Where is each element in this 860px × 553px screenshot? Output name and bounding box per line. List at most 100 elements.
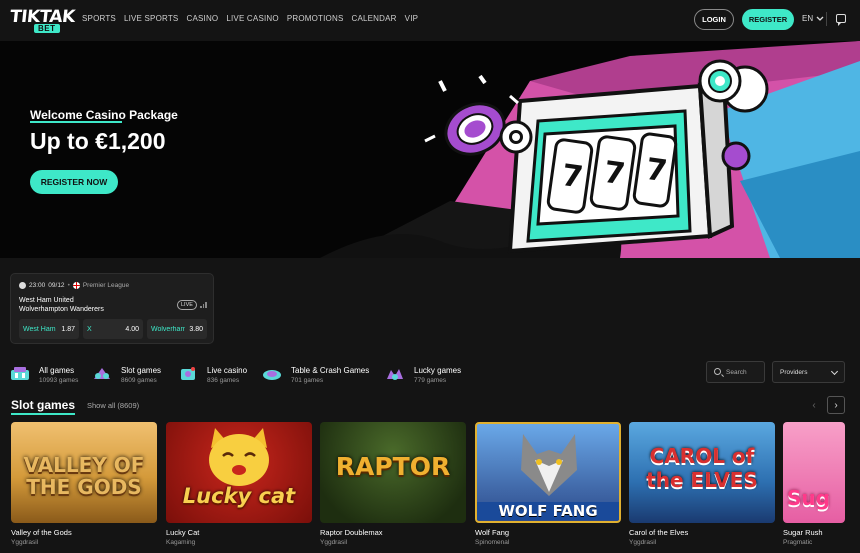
category-name: Live casino: [207, 366, 248, 375]
category-all-games[interactable]: All games 10993 games: [10, 363, 90, 387]
all-games-icon: [11, 367, 29, 380]
category-table-crash[interactable]: Table & Crash Games 701 games: [262, 363, 382, 387]
search-input[interactable]: [726, 365, 764, 379]
game-thumbnail[interactable]: RAPTOR: [320, 422, 466, 523]
nav-live-casino[interactable]: LIVE CASINO: [226, 14, 278, 23]
nav-vip[interactable]: VIP: [405, 14, 419, 23]
header-divider: [826, 12, 827, 26]
game-thumbnail[interactable]: Sug: [783, 422, 845, 523]
game-provider: Pragmatic: [783, 539, 813, 546]
providers-label: Providers: [780, 368, 808, 376]
game-provider: Yggdrasil: [629, 539, 657, 546]
register-button[interactable]: REGISTER: [742, 9, 794, 30]
white-chip: [499, 120, 533, 154]
match-card[interactable]: 23:00 09/12 • Premier League West Ham Un…: [10, 273, 214, 344]
odds-draw-button[interactable]: X 4.00: [83, 319, 143, 339]
odds-label: Wolverhampton: [151, 325, 185, 333]
nav-sports[interactable]: SPORTS: [82, 14, 116, 23]
register-now-button[interactable]: REGISTER NOW: [30, 170, 118, 194]
odds-value: 1.87: [61, 325, 75, 333]
category-lucky-games[interactable]: Lucky games 779 games: [385, 363, 475, 387]
match-date: 09/12: [48, 282, 65, 289]
stats-icon[interactable]: [200, 302, 208, 308]
hero-banner[interactable]: 7 7 7 Welcome Casino Package Up to €1,20…: [0, 41, 860, 258]
odds-label: X: [87, 325, 92, 333]
category-slot-games[interactable]: Slot games 8609 games: [92, 363, 172, 387]
nav-calendar[interactable]: CALENDAR: [351, 14, 396, 23]
show-all-link[interactable]: Show all (8609): [87, 401, 139, 410]
nav-casino[interactable]: CASINO: [186, 14, 218, 23]
hero-title: Welcome Casino Package: [30, 108, 178, 122]
table-crash-icon: [263, 370, 281, 380]
language-label: EN: [802, 14, 814, 23]
league-name: Premier League: [82, 282, 130, 289]
live-badge: LIVE: [177, 300, 197, 310]
category-name: All games: [39, 366, 75, 375]
category-count: 10993 games: [39, 377, 79, 384]
nav-live-sports[interactable]: LIVE SPORTS: [124, 14, 179, 23]
game-name: Carol of the Elves: [629, 528, 689, 537]
carousel-prev-button[interactable]: ‹: [805, 396, 823, 414]
chat-icon[interactable]: [836, 14, 846, 26]
category-count: 8609 games: [121, 377, 157, 384]
category-count: 701 games: [291, 377, 324, 384]
language-selector[interactable]: EN: [802, 14, 824, 23]
game-name: Sugar Rush: [783, 528, 823, 537]
category-name: Table & Crash Games: [291, 366, 370, 375]
game-provider: Spinomenal: [475, 539, 510, 546]
top-navigation-bar: TIKTAK BET SPORTS LIVE SPORTS CASINO LIV…: [0, 0, 860, 40]
game-name: Lucky Cat: [166, 528, 200, 537]
lucky-cat-illustration: [209, 428, 269, 486]
section-title-underline: [11, 413, 75, 415]
slot-machine-illustration: 7 7 7: [320, 41, 860, 258]
game-provider: Yggdrasil: [11, 539, 39, 546]
section-title: Slot games: [11, 398, 76, 412]
hero-amount: Up to €1,200: [30, 128, 166, 154]
football-icon: [19, 282, 26, 289]
odds-home-button[interactable]: West Ham 1.87: [19, 319, 79, 339]
thumbnail-art-text: Lucky cat: [182, 484, 296, 508]
wolf-illustration: [521, 434, 577, 496]
login-button[interactable]: LOGIN: [694, 9, 734, 30]
thumbnail-art-text: Sug: [787, 486, 830, 510]
home-team: West Ham United: [19, 297, 74, 304]
category-name: Lucky games: [414, 366, 462, 375]
thumbnail-art-text: CAROL of the ELVES: [646, 444, 758, 492]
chevron-down-icon: [816, 16, 824, 21]
game-thumbnail[interactable]: VALLEY OF THE GODS: [11, 422, 157, 523]
game-thumbnail[interactable]: WOLF FANG: [475, 422, 621, 523]
main-nav: SPORTS LIVE SPORTS CASINO LIVE CASINO PR…: [82, 14, 418, 23]
game-thumbnail[interactable]: CAROL of the ELVES: [629, 422, 775, 523]
thumbnail-art-text: VALLEY OF THE GODS: [23, 453, 145, 499]
game-name: Wolf Fang: [475, 528, 510, 537]
odds-value: 4.00: [125, 325, 139, 333]
game-thumbnail[interactable]: Lucky cat: [166, 422, 312, 523]
away-team: Wolverhampton Wanderers: [19, 306, 104, 313]
category-name: Slot games: [121, 366, 162, 375]
slot-games-icon: [94, 368, 110, 379]
search-icon: [714, 368, 721, 375]
chevron-down-icon: [830, 367, 839, 376]
lucky-games-icon: [387, 369, 403, 380]
match-meta: 23:00 09/12 • Premier League: [19, 282, 129, 289]
game-provider: Kagaming: [166, 539, 196, 546]
odds-label: West Ham: [23, 325, 56, 333]
odds-away-button[interactable]: Wolverhampton 3.80: [147, 319, 207, 339]
live-casino-icon: [181, 367, 195, 380]
nav-promotions[interactable]: PROMOTIONS: [287, 14, 344, 23]
game-name: Valley of the Gods: [11, 528, 72, 537]
game-search[interactable]: [706, 361, 765, 383]
england-flag-icon: [72, 282, 80, 289]
category-count: 779 games: [414, 377, 447, 384]
providers-dropdown[interactable]: Providers: [772, 361, 845, 383]
odds-value: 3.80: [189, 325, 203, 333]
tiktak-bet-logo[interactable]: TIKTAK BET: [9, 7, 76, 33]
slot-machine: 7 7 7: [507, 82, 751, 254]
thumbnail-art-text: RAPTOR: [335, 452, 451, 481]
match-time: 23:00: [29, 282, 46, 289]
category-live-casino[interactable]: Live casino 836 games: [178, 363, 258, 387]
hero-title-underline: [30, 121, 122, 123]
carousel-next-button[interactable]: ›: [827, 396, 845, 414]
game-provider: Yggdrasil: [320, 539, 348, 546]
logo-subtext: BET: [34, 24, 60, 33]
